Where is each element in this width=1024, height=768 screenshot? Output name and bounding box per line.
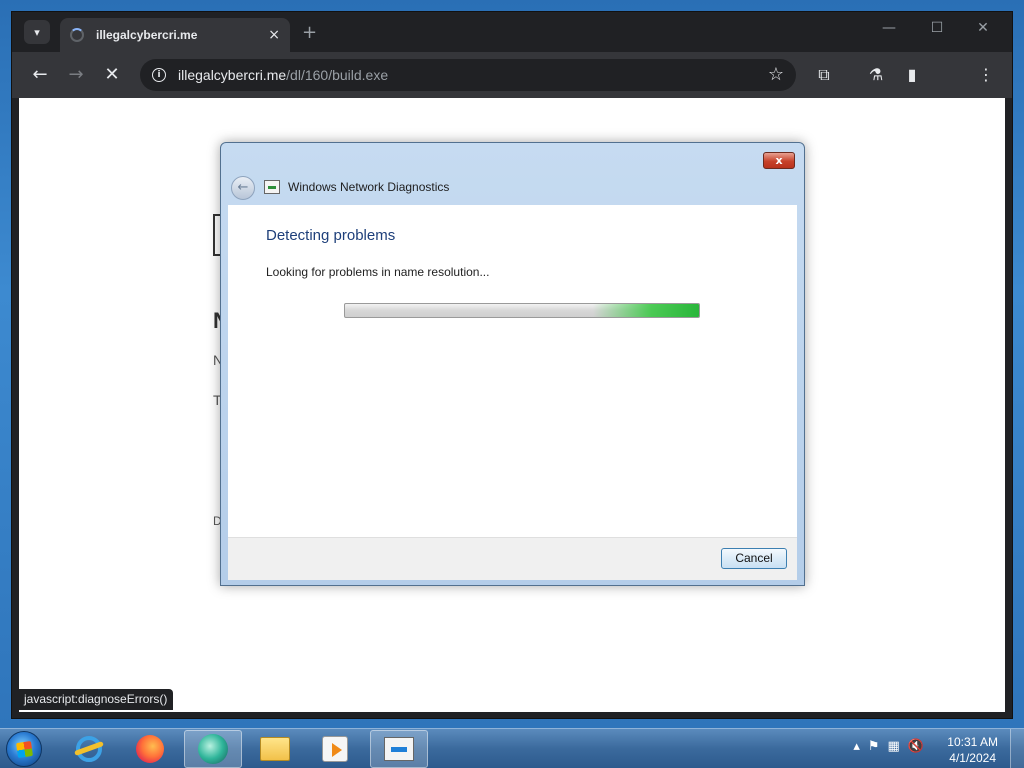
taskbar-app-ie[interactable] — [60, 730, 118, 768]
media-player-icon — [322, 736, 348, 762]
back-arrow-icon[interactable]: ← — [231, 176, 255, 200]
close-window-icon[interactable]: ✕ — [968, 20, 998, 36]
tab-strip: ▾ illegalcybercri.me × + — ☐ ✕ — [12, 12, 1012, 52]
url-path: /dl/160/build.exe — [286, 67, 389, 83]
stop-loading-icon[interactable]: ✕ — [100, 64, 124, 86]
browser-toolbar: ← → ✕ i illegalcybercri.me/dl/160/build.… — [12, 52, 1012, 98]
taskbar-clock[interactable]: 10:31 AM 4/1/2024 — [947, 734, 998, 766]
volume-muted-icon[interactable]: 🔇 — [908, 739, 924, 754]
show-desktop-button[interactable] — [1010, 729, 1024, 768]
file-explorer-icon — [260, 737, 290, 761]
site-info-icon[interactable]: i — [152, 68, 166, 82]
minimize-icon[interactable]: — — [874, 20, 904, 36]
network-diagnostics-dialog: x ← Windows Network Diagnostics Detectin… — [220, 142, 805, 586]
taskbar-app-green[interactable] — [184, 730, 242, 768]
start-button[interactable] — [6, 731, 42, 767]
internet-explorer-icon — [76, 736, 102, 762]
taskbar: ▴ ⚑ ▦ 🔇 10:31 AM 4/1/2024 — [0, 728, 1024, 768]
taskbar-app-explorer[interactable] — [246, 730, 304, 768]
network-diagnostics-icon — [264, 180, 280, 194]
new-tab-button[interactable]: + — [302, 22, 317, 43]
url-host: illegalcybercri.me — [178, 67, 287, 83]
taskbar-app-media[interactable] — [306, 730, 364, 768]
status-bar-link: javascript:diagnoseErrors() — [18, 689, 174, 710]
network-diagnostics-icon — [384, 737, 414, 761]
dialog-heading: Detecting problems — [266, 227, 396, 244]
progress-marquee — [592, 304, 699, 317]
tab-search-button[interactable]: ▾ — [24, 20, 50, 44]
dialog-footer: Cancel — [228, 537, 797, 580]
taskbar-app-firefox[interactable] — [121, 730, 179, 768]
side-panel-icon[interactable]: ▮ — [900, 63, 924, 87]
maximize-icon[interactable]: ☐ — [922, 20, 952, 36]
back-arrow-icon[interactable]: ← — [28, 64, 52, 86]
loading-spinner-icon — [70, 28, 84, 42]
clock-date: 4/1/2024 — [949, 751, 996, 765]
taskbar-app-network-diagnostics[interactable] — [370, 730, 428, 768]
cancel-button[interactable]: Cancel — [721, 548, 787, 569]
labs-flask-icon[interactable]: ⚗ — [864, 63, 888, 87]
dialog-status-text: Looking for problems in name resolution.… — [266, 265, 490, 279]
address-bar[interactable]: i illegalcybercri.me/dl/160/build.exe ☆ — [140, 59, 796, 91]
green-app-icon — [198, 734, 228, 764]
action-center-flag-icon[interactable]: ⚑ — [868, 739, 880, 754]
dialog-close-button[interactable]: x — [763, 152, 795, 169]
tab-close-button[interactable]: × — [268, 27, 280, 43]
menu-kebab-icon[interactable]: ⋮ — [974, 63, 998, 87]
clock-time: 10:31 AM — [947, 735, 998, 749]
dialog-content: Detecting problems Looking for problems … — [228, 205, 797, 537]
tray-expand-icon[interactable]: ▴ — [853, 739, 860, 754]
extensions-icon[interactable]: ⧉ — [812, 63, 836, 87]
bookmark-star-icon[interactable]: ☆ — [768, 64, 784, 85]
progress-bar — [344, 303, 700, 318]
network-icon[interactable]: ▦ — [888, 739, 900, 754]
forward-arrow-icon[interactable]: → — [64, 64, 88, 86]
dialog-title: Windows Network Diagnostics — [288, 180, 450, 194]
firefox-icon — [136, 735, 164, 763]
system-tray: ▴ ⚑ ▦ 🔇 — [853, 739, 924, 754]
tab-title: illegalcybercri.me — [96, 28, 198, 42]
browser-tab[interactable]: illegalcybercri.me × — [60, 18, 290, 52]
